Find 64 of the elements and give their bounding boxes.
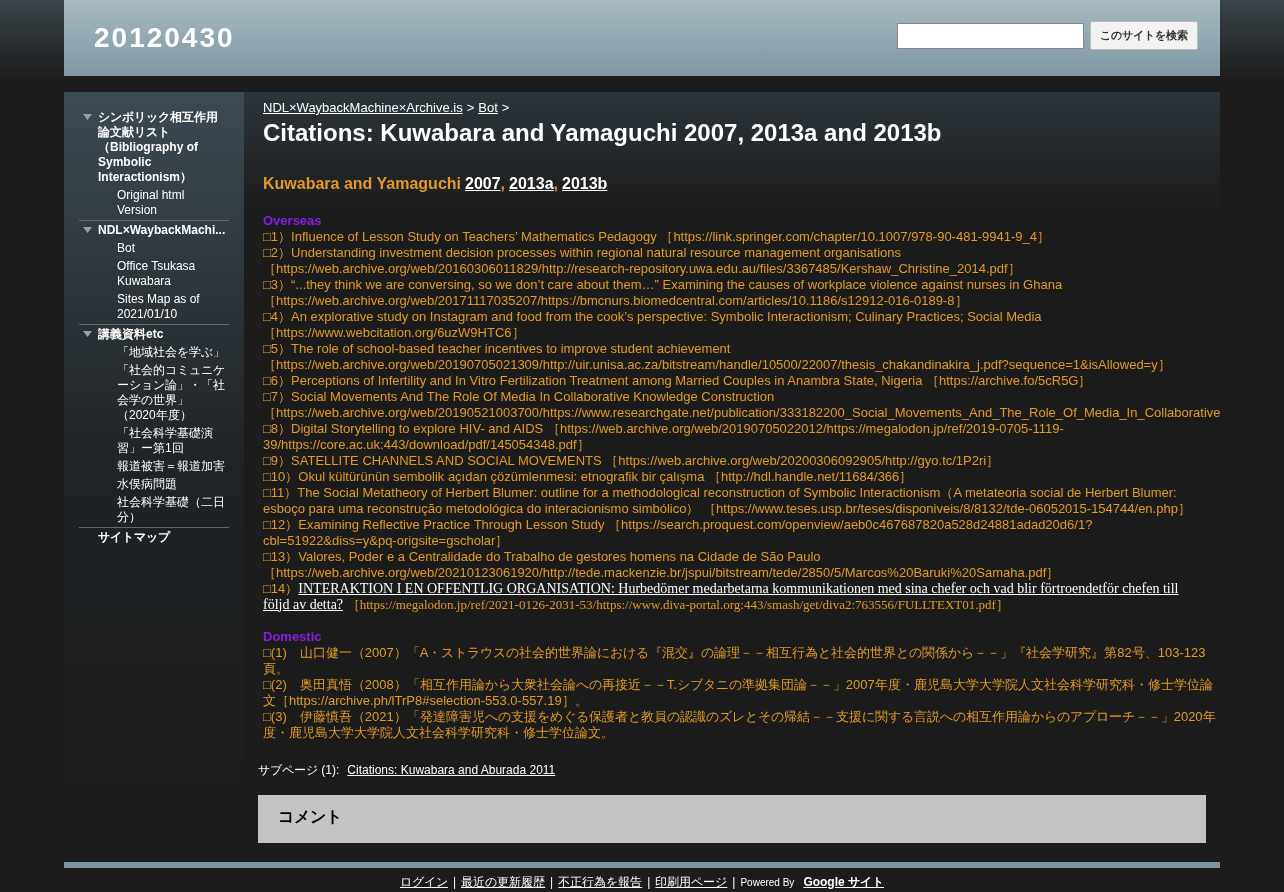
footer-separator: | [732,874,736,891]
comma-separator: , [500,173,506,194]
expanded-triangle-icon[interactable] [83,227,92,234]
breadcrumb-separator: > [466,99,475,117]
citation-entry: □4）An explorative study on Instagram and food from the cook’s perspective: Symbolic Interactionism; Culinary Practices; Social Media ［https://www.webcitation.org/6uzW9HTC6］ [263,308,1042,341]
footer-link[interactable]: 印刷用ページ [655,873,728,891]
expanded-triangle-icon[interactable] [83,331,92,338]
section-heading: Overseas [263,212,323,229]
citation-entry: □10）Okul kültürünün sembolik açıdan çözümlenmesi: etnografik bir çalışma ［http://hdl.handle.net/11684/366］ [263,468,913,485]
citation-entry: □3）“...they think we are conversing, so we don’t care about them…” Examining the causes of workplace violence against nurses in Ghana ［https://web.archive.org/web/20171117035207/https://bmcnurs.biomedcentral.com/articles/10.1186/s12912-016-0189-8］ [263,276,1063,309]
brand-link[interactable]: Google サイト [803,873,885,891]
sidebar-item[interactable]: サイトマップ [98,530,170,545]
search-button[interactable]: このサイトを検索 [1090,21,1198,50]
heading-text: Kuwabara and Yamaguchi [263,173,461,194]
sidebar-item[interactable]: 講義資料etc [98,327,164,342]
comma-separator: , [553,173,558,194]
subpages-label: サブページ (1): [258,761,340,779]
citation-entry: □(2) 奥田真悟（2008）「相互作用論から大衆社会論への再接近－－T.シブタニの準拠集団論－－」2007年度・鹿児島大学大学院人文社会科学研究科・修士学位論文［https://archive.ph/lTrP8#selection-553.0-557.19］。 [263,676,1214,709]
sidebar-subitem[interactable]: 「地域社会を学ぶ」 [117,345,227,360]
sidebar-subitem[interactable]: 社会科学基礎（二日分） [117,495,227,525]
year-link[interactable]: 2013a [509,171,554,196]
footer-separator: | [550,874,554,891]
breadcrumb-link[interactable]: Bot [478,98,498,118]
citation-title-link[interactable]: INTERAKTION I EN OFFENTLIG ORGANISATION: Hurbedömer medarbetarna kommunikationen med sina chefer och vad blir förtroendetför chefen till [298,580,1179,596]
expanded-triangle-icon[interactable] [83,114,92,121]
citation-entry: □12）Examining Reflective Practice Through Lesson Study ［https://search.proquest.com/openview/aeb0c467687820a528d24881adad20d6/1?cbl=51922&diss=y&pq-origsite=gscholar］ [263,516,1094,549]
year-link[interactable]: 2013b [562,171,608,196]
sidebar-subitem[interactable]: Bot [117,241,227,256]
citation-entry: □2）Understanding investment decision processes within regional natural resource management organisations ［https://web.archive.org/web/20160306011829/http://research-repository.uwa.edu.au/files/3367485/Kershaw_Christine_2014.pdf］ [263,244,1021,277]
search-field[interactable] [897,22,1084,49]
footer-link[interactable]: 最近の更新履歴 [461,873,546,891]
citation-entry: □14）INTERAKTION I EN OFFENTLIG ORGANISATION: Hurbedömer medarbetarna kommunikationen med sina chefer och vad blir förtroendetför chefen till följd av detta? ［https://megalodon.jp/ref/2021-0126-2031-53/https://www.diva-portal.org:443/smash/get/diva2:763556/FULLTEXT01.pdf］ [263,580,1179,613]
footer-link[interactable]: 不正行為を報告 [558,873,643,891]
sidebar-item[interactable]: シンボリック相互作用論文献リスト（Bibliography of Symbolic Interactionism） [98,110,229,185]
breadcrumb-link[interactable]: NDL×WaybackMachine×Archive.is [263,98,463,118]
citation-entry: □(1) 山口健一（2007）「A・ストラウスの社会的世界論における『混交』の論理－－相互行為と社会的世界との関係から－－」『社会学研究』第82号、103-123頁。 [263,644,1207,677]
citation-entry: □9）SATELLITE CHANNELS AND SOCIAL MOVEMENTS ［https://web.archive.org/web/20200306092905/http://gyo.tc/1P2ri］ [263,452,1000,469]
powered-by-text: Powered By [740,875,795,890]
citation-entry: □6）Perceptions of Infertility and In Vitro Fertilization Treatment among Married Couples in Anambra State, Nigeria ［https://archive.fo/5cR5G］ [263,372,1092,389]
sidebar-subitem[interactable]: 報道被害＝報道加害 [117,459,227,474]
sidebar-subitem[interactable]: 「社会科学基礎演習」ー第1回 [117,426,227,456]
citation-entry: □1）Influence of Lesson Study on Teachers’ Mathematics Pedagogy ［https://link.springer.com/chapter/10.1007/978-90-481-9941-9_4］ [263,228,1050,245]
footer-separator: | [452,874,457,891]
subpage-link[interactable]: Citations: Kuwabara and Aburada 2011 [347,760,556,779]
comments-title: コメント [278,806,343,827]
year-link[interactable]: 2007 [465,171,501,196]
citation-entry: □8）Digital Storytelling to explore HIV- and AIDS ［https://web.archive.org/web/20190705022012/https://megalodon.jp/ref/2019-0705-1119-39/https://core.ac.uk:443/download/pdf/145054348.pdf］ [263,420,1065,453]
footer-link[interactable]: ログイン [399,873,448,891]
sidebar-subitem[interactable]: Original html Version [117,188,227,218]
citation-entry: □11）The Social Metatheory of Herbert Blumer: outline for a methodological reconstruction of Symbolic Interactionism（A metateoria social de Herbert Blumer: esboço para uma reconstrução metodológica do interacionismo simbólico） ［https://www.teses.usp.br/teses/disponiveis/8/8132/tde-06052015-154744/en.php］ [263,484,1192,517]
section-heading: Domestic [263,628,323,645]
citation-entry: □13）Valores, Poder e a Centralidade do Trabalho de gestores homens na Cidade de São Paulo ［https://web.archive.org/web/20210123061920/http://tede.mackenzie.br/jspui/bitstream/tede/2850/5/Marcos%20Baruki%20Samaha.pdf］ [263,548,1060,581]
sidebar-item[interactable]: NDL×WaybackMachi... [98,223,226,238]
sidebar-subitem[interactable]: Office Tsukasa Kuwabara [117,259,227,289]
page-title: Citations: Kuwabara and Yamaguchi 2007, 2013a and 2013b [262,117,943,148]
citation-entry: □5）The role of school-based teacher incentives to improve student achievement ［https://web.archive.org/web/20190705021309/http://uir.unisa.ac.za/bitstream/handle/10500/22007/thesis_chakandinakira_j.pdf?sequence=1&isAllowed=y］ [263,340,1171,373]
citation-entry: □7）Social Movements And The Role Of Media In Collaborative Knowledge Construction ［https://web.archive.org/web/20190521003700/https://www.researchgate.net/publication/333182200_Social_Movements_And_The_Role_Of_Media_In_Collaborative [263,388,1221,421]
breadcrumb-separator: > [501,99,510,117]
sidebar-subitem[interactable]: 「社会的コミュニケーション論」・「社会学の世界」（2020年度） [117,363,227,423]
citation-title-link[interactable]: följd av detta? [263,596,344,612]
footer-separator: | [647,874,651,891]
sidebar-subitem[interactable]: 水俣病問題 [117,477,227,492]
citation-entry: □(3) 伊藤慎吾（2021）「発達障害児への支援をめぐる保護者と教員の認識のズレとその帰結－－支援に関する言説への相互作用論からのアプローチ－－」2020年度・鹿児島大学大学院人文社会科学研究科・修士学位論文。 [263,708,1217,741]
sidebar-subitem[interactable]: Sites Map as of 2021/01/10 [117,292,227,322]
